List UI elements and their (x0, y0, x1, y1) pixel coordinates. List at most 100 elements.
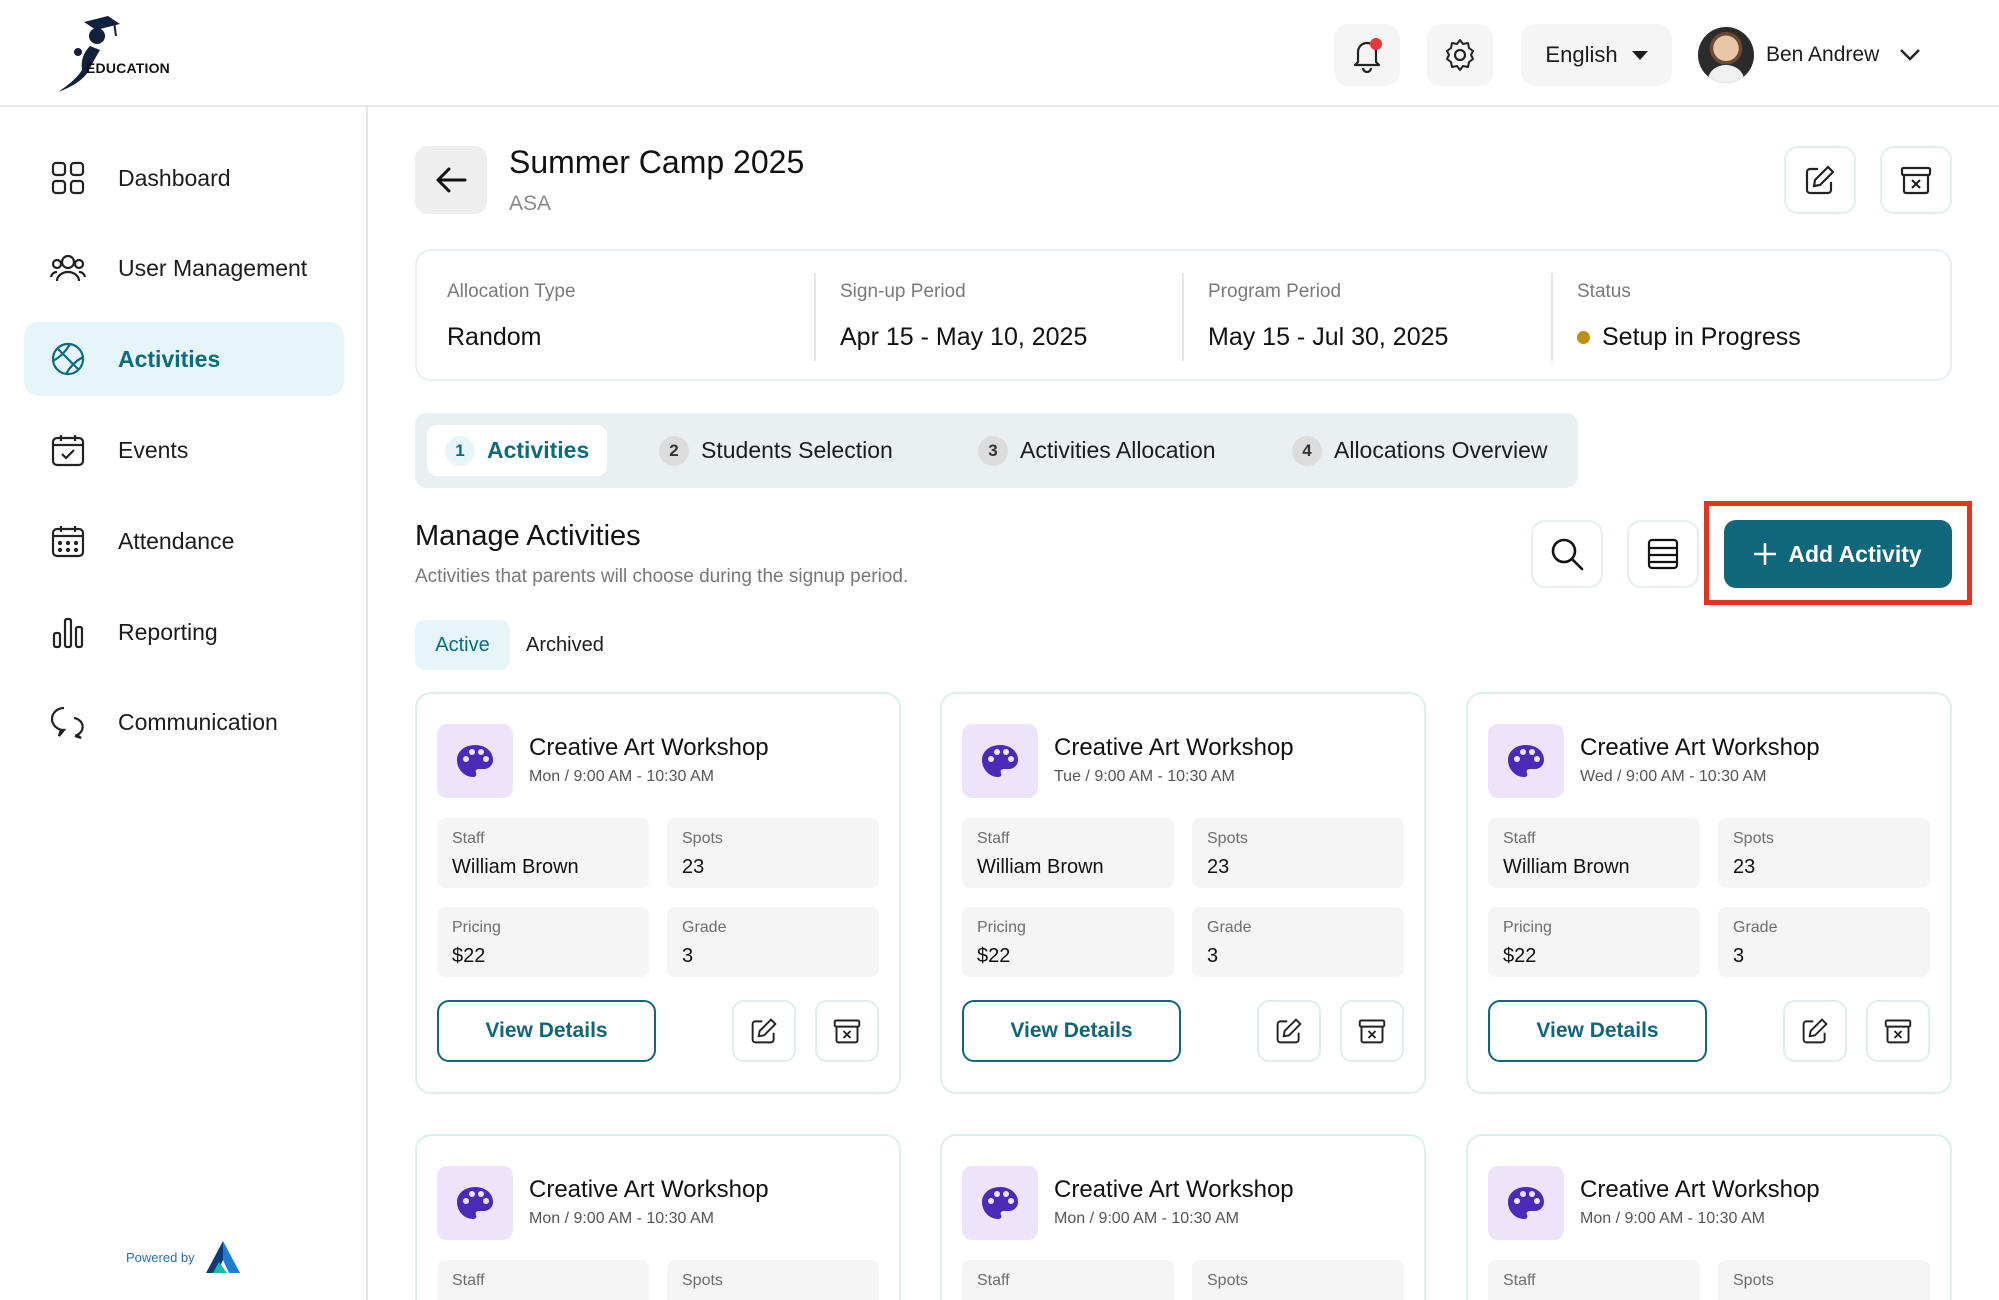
sidebar-item-label: Dashboard (118, 164, 231, 191)
archive-activity-button[interactable] (815, 1000, 879, 1062)
grade-field: Grade 3 (1718, 907, 1930, 977)
field-value: $22 (977, 945, 1011, 967)
filter-active[interactable]: Active (415, 620, 510, 670)
field-label: Staff (1503, 830, 1536, 847)
step-label: Students Selection (701, 437, 893, 463)
powered-by: Powered by (126, 1240, 241, 1274)
field-label: Grade (682, 919, 727, 936)
pricing-field: Pricing $22 (1488, 907, 1700, 977)
archive-program-button[interactable] (1880, 146, 1952, 214)
sidebar-item-events[interactable]: Events (24, 413, 344, 487)
spots-field: Spots (667, 1260, 879, 1300)
allocation-type-label: Allocation Type (447, 281, 576, 302)
arrow-left-icon (435, 166, 467, 194)
tab-students-selection[interactable]: 2 Students Selection (641, 425, 911, 476)
edit-activity-button[interactable] (732, 1000, 796, 1062)
bell-icon (1350, 37, 1384, 73)
field-label: Spots (682, 1272, 723, 1289)
view-details-button[interactable]: View Details (1488, 1000, 1707, 1062)
view-details-button[interactable]: View Details (962, 1000, 1181, 1062)
step-label: Allocations Overview (1334, 437, 1548, 463)
sidebar-item-dashboard[interactable]: Dashboard (24, 141, 344, 215)
activity-card: Creative Art Workshop Mon / 9:00 AM - 10… (415, 1134, 901, 1300)
field-value: 23 (1207, 856, 1230, 878)
user-name: Ben Andrew (1766, 43, 1880, 66)
field-label: Spots (1733, 1272, 1774, 1289)
dashboard-icon (50, 160, 86, 196)
grade-field: Grade 3 (667, 907, 879, 977)
spots-field: Spots 23 (1718, 818, 1930, 888)
program-period-value: May 15 - Jul 30, 2025 (1208, 323, 1449, 351)
edit-activity-button[interactable] (1257, 1000, 1321, 1062)
palette-icon (437, 1166, 513, 1240)
archive-icon (1884, 1017, 1912, 1045)
activity-card: Creative Art Workshop Tue / 9:00 AM - 10… (940, 692, 1426, 1094)
logo-text: EDUCATION (86, 60, 170, 76)
page-subtitle: ASA (509, 192, 552, 215)
card-time: Mon / 9:00 AM - 10:30 AM (1580, 1210, 1765, 1227)
archive-icon (1900, 164, 1932, 196)
sidebar-item-communication[interactable]: Communication (24, 685, 344, 759)
palette-icon (1488, 1166, 1564, 1240)
sidebar-item-label: Events (118, 436, 189, 463)
field-value: William Brown (977, 856, 1104, 878)
sidebar-item-reporting[interactable]: Reporting (24, 595, 344, 669)
user-menu[interactable]: Ben Andrew (1698, 26, 1921, 84)
section-title: Manage Activities (415, 520, 641, 552)
powered-by-label: Powered by (126, 1249, 195, 1265)
card-time: Wed / 9:00 AM - 10:30 AM (1580, 768, 1767, 785)
signup-period-value: Apr 15 - May 10, 2025 (840, 323, 1088, 351)
staff-field: Staff (437, 1260, 649, 1300)
field-value: 3 (1207, 945, 1219, 967)
search-button[interactable] (1531, 520, 1603, 588)
step-label: Activities (487, 437, 590, 463)
edit-activity-button[interactable] (1783, 1000, 1847, 1062)
language-select[interactable]: English (1521, 24, 1672, 86)
edit-program-button[interactable] (1784, 146, 1856, 214)
status-dot (1577, 331, 1590, 344)
field-label: Pricing (1503, 919, 1552, 936)
edit-icon (1801, 1017, 1829, 1045)
sidebar-item-attendance[interactable]: Attendance (24, 504, 344, 578)
pricing-field: Pricing $22 (437, 907, 649, 977)
divider (1551, 273, 1553, 361)
program-info-card: Allocation Type Random Sign-up Period Ap… (415, 249, 1952, 381)
spots-field: Spots 23 (667, 818, 879, 888)
field-label: Grade (1733, 919, 1778, 936)
tab-activities[interactable]: 1 Activities (427, 425, 608, 476)
gear-icon (1442, 37, 1478, 73)
card-title: Creative Art Workshop (529, 1176, 769, 1203)
list-icon (1647, 538, 1679, 570)
settings-button[interactable] (1427, 24, 1493, 86)
field-value: 23 (1733, 856, 1756, 878)
archive-activity-button[interactable] (1340, 1000, 1404, 1062)
spots-field: Spots 23 (1192, 818, 1404, 888)
filter-archived[interactable]: Archived (526, 620, 604, 670)
card-title: Creative Art Workshop (529, 734, 769, 761)
tab-allocations-overview[interactable]: 4 Allocations Overview (1274, 425, 1565, 476)
staff-field: Staff William Brown (437, 818, 649, 888)
archive-activity-button[interactable] (1866, 1000, 1930, 1062)
view-details-button[interactable]: View Details (437, 1000, 656, 1062)
list-view-button[interactable] (1627, 520, 1699, 588)
back-button[interactable] (415, 146, 487, 214)
sidebar-item-label: User Management (118, 254, 308, 281)
status-label: Status (1577, 281, 1631, 302)
palette-icon (437, 724, 513, 798)
divider (1182, 273, 1184, 361)
field-label: Staff (977, 1272, 1010, 1289)
brand-logo-icon (205, 1240, 241, 1274)
education-logo[interactable] (50, 14, 170, 94)
sidebar-item-user-management[interactable]: User Management (24, 231, 344, 305)
field-value: 23 (682, 856, 705, 878)
staff-field: Staff William Brown (962, 818, 1174, 888)
sidebar-item-activities[interactable]: Activities (24, 322, 344, 396)
field-value: $22 (1503, 945, 1537, 967)
archive-icon (833, 1017, 861, 1045)
staff-field: Staff (1488, 1260, 1700, 1300)
tab-activities-allocation[interactable]: 3 Activities Allocation (960, 425, 1234, 476)
activity-card: Creative Art Workshop Mon / 9:00 AM - 10… (1466, 1134, 1952, 1300)
status-badge: Setup in Progress (1577, 323, 1801, 352)
notifications-button[interactable] (1334, 24, 1400, 86)
status-value: Setup in Progress (1602, 323, 1801, 351)
